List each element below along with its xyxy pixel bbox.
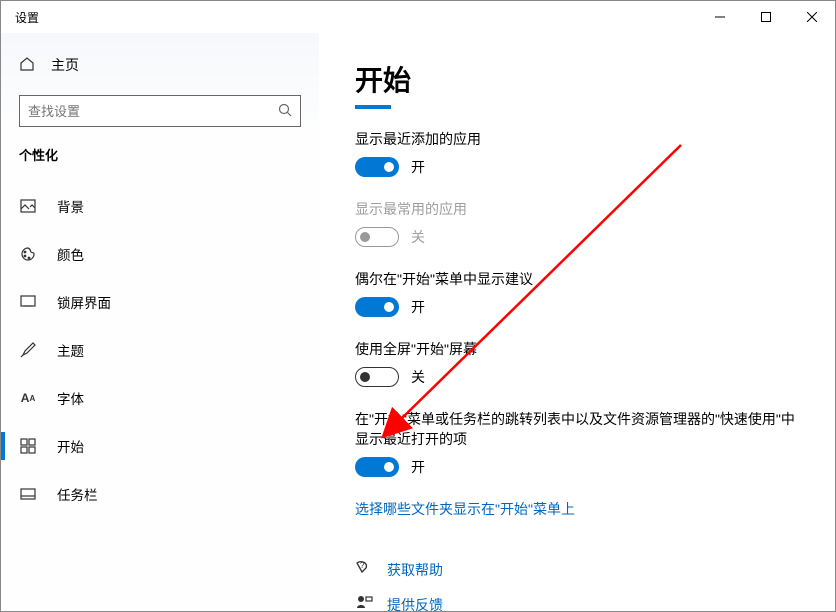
toggle-most-used <box>355 227 399 247</box>
taskbar-icon <box>19 486 37 502</box>
close-button[interactable] <box>789 1 835 33</box>
toggle-state-label: 开 <box>411 297 425 317</box>
toggle-fullscreen[interactable] <box>355 367 399 387</box>
search-icon <box>278 103 292 120</box>
sidebar-item-label: 任务栏 <box>57 484 98 504</box>
sidebar-item-start[interactable]: 开始 <box>1 422 319 470</box>
toggle-state-label: 开 <box>411 457 425 477</box>
setting-title-jump-lists: 在"开始"菜单或任务栏的跳转列表中以及文件资源管理器的"快速使用"中显示最近打开… <box>355 409 799 449</box>
picture-icon <box>19 198 37 214</box>
help-icon: ? <box>355 559 373 580</box>
sidebar-item-fonts[interactable]: AA 字体 <box>1 374 319 422</box>
sidebar-item-background[interactable]: 背景 <box>1 182 319 230</box>
sidebar-item-lockscreen[interactable]: 锁屏界面 <box>1 278 319 326</box>
start-icon <box>19 438 37 454</box>
sidebar-item-themes[interactable]: 主题 <box>1 326 319 374</box>
sidebar-item-label: 背景 <box>57 196 84 216</box>
home-label: 主页 <box>51 55 79 75</box>
search-input[interactable] <box>19 95 301 127</box>
maximize-button[interactable] <box>743 1 789 33</box>
setting-title-recent-apps: 显示最近添加的应用 <box>355 129 799 149</box>
sidebar-heading: 个性化 <box>1 145 319 172</box>
minimize-button[interactable] <box>697 1 743 33</box>
window-title: 设置 <box>1 9 39 26</box>
sidebar-item-label: 开始 <box>57 436 84 456</box>
toggle-suggestions[interactable] <box>355 297 399 317</box>
search-field[interactable] <box>28 104 278 119</box>
get-help-label: 获取帮助 <box>387 560 443 580</box>
setting-title-fullscreen: 使用全屏"开始"屏幕 <box>355 339 799 359</box>
home-icon <box>19 56 35 75</box>
toggle-recent-apps[interactable] <box>355 157 399 177</box>
brush-icon <box>19 342 37 358</box>
feedback-link[interactable]: 提供反馈 <box>355 594 799 611</box>
toggle-state-label: 关 <box>411 227 425 247</box>
sidebar-item-taskbar[interactable]: 任务栏 <box>1 470 319 518</box>
setting-title-most-used: 显示最常用的应用 <box>355 199 799 219</box>
toggle-state-label: 开 <box>411 157 425 177</box>
title-underline <box>355 105 391 109</box>
svg-text:?: ? <box>360 561 365 570</box>
sidebar-item-label: 颜色 <box>57 244 84 264</box>
toggle-jump-lists[interactable] <box>355 457 399 477</box>
sidebar-item-label: 主题 <box>57 340 84 360</box>
page-title: 开始 <box>355 59 799 99</box>
sidebar-item-colors[interactable]: 颜色 <box>1 230 319 278</box>
palette-icon <box>19 246 37 262</box>
home-nav[interactable]: 主页 <box>1 45 319 85</box>
feedback-icon <box>355 594 373 611</box>
setting-title-suggestions: 偶尔在"开始"菜单中显示建议 <box>355 269 799 289</box>
monitor-icon <box>19 294 37 310</box>
sidebar-item-label: 字体 <box>57 388 84 408</box>
get-help-link[interactable]: ? 获取帮助 <box>355 559 799 580</box>
toggle-state-label: 关 <box>411 367 425 387</box>
feedback-label: 提供反馈 <box>387 595 443 612</box>
choose-folders-link[interactable]: 选择哪些文件夹显示在"开始"菜单上 <box>355 499 799 519</box>
sidebar-item-label: 锁屏界面 <box>57 292 111 312</box>
font-icon: AA <box>19 391 37 405</box>
